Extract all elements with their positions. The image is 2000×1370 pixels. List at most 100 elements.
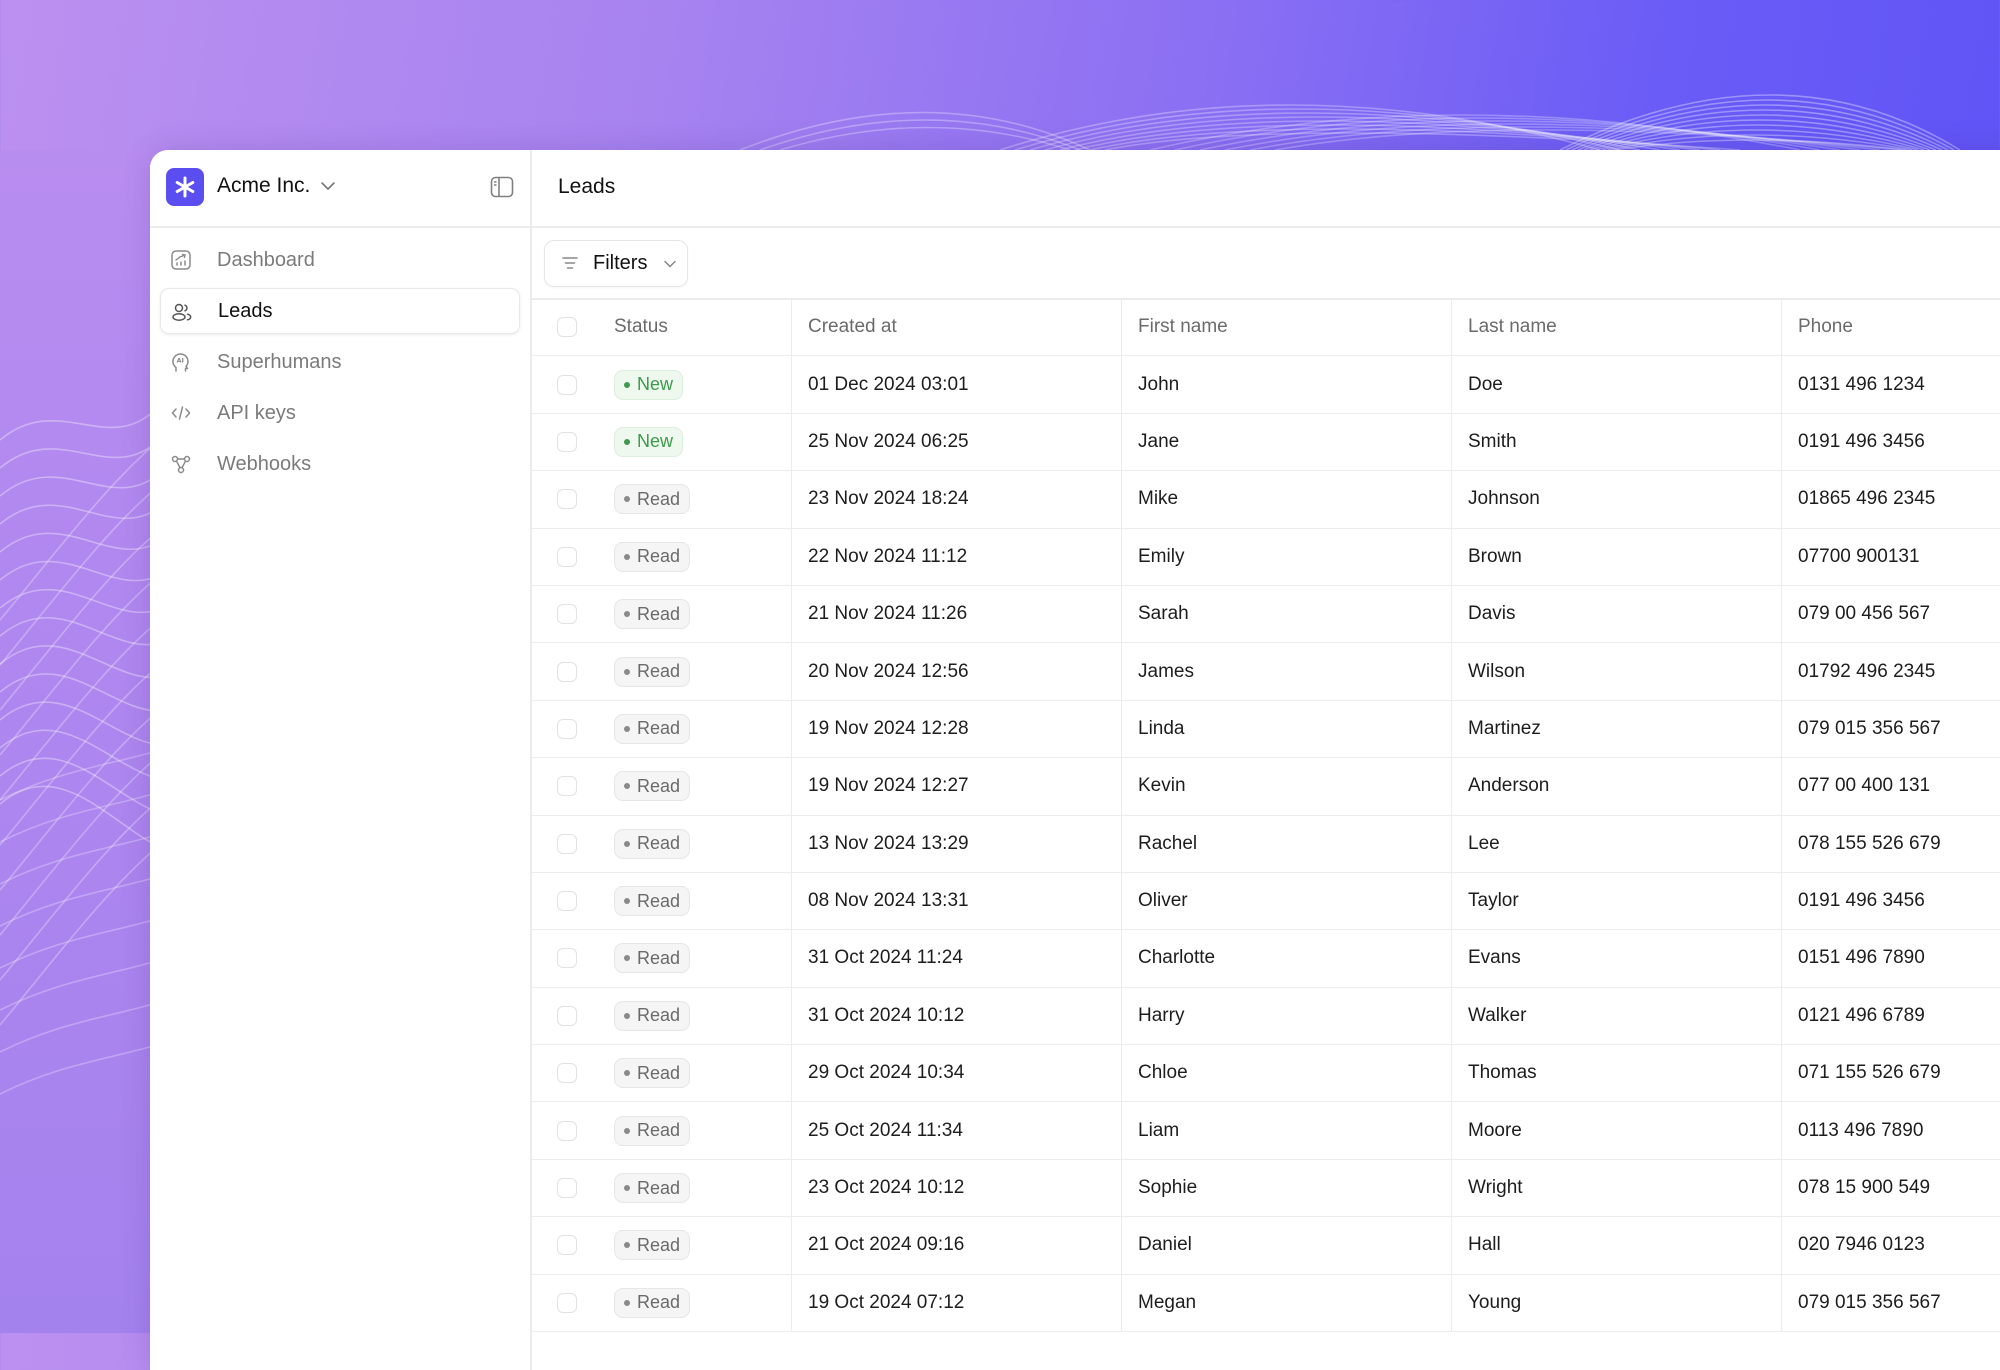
row-select-cell xyxy=(532,758,602,814)
org-logo xyxy=(166,168,204,206)
table-row[interactable]: New 01 Dec 2024 03:01 John Doe 0131 496 1234 xyxy=(532,356,2000,414)
wave-line xyxy=(1149,114,1801,151)
table-row[interactable]: Read 19 Nov 2024 12:27 Kevin Anderson 077 00… xyxy=(532,758,2000,816)
table-row[interactable]: Read 08 Nov 2024 13:31 Oliver Taylor 0191 49… xyxy=(532,872,2000,931)
status-badge: Read xyxy=(614,713,691,744)
status-label: Read xyxy=(637,1005,681,1026)
status-badge: Read xyxy=(614,828,691,859)
sidebar-item-webhooks[interactable]: Webhooks xyxy=(160,441,520,487)
wave-line xyxy=(1601,129,1919,151)
sidebar-item-label: Leads xyxy=(218,299,273,322)
asterisk-logo-icon xyxy=(175,176,195,198)
last-name-cell: Johnson xyxy=(1451,471,1781,528)
first-name-cell: Jane xyxy=(1121,413,1451,471)
column-header-first-name[interactable]: First name xyxy=(1121,299,1451,356)
row-select-cell xyxy=(532,471,602,527)
row-checkbox[interactable] xyxy=(557,776,577,797)
table-row[interactable]: Read 23 Oct 2024 10:12 Sophie Wright 078 15 … xyxy=(532,1159,2000,1218)
table-row[interactable]: Read 20 Nov 2024 12:56 James Wilson 01792 49… xyxy=(532,643,2000,701)
row-checkbox[interactable] xyxy=(557,431,577,452)
row-checkbox[interactable] xyxy=(557,1005,577,1026)
wave-line xyxy=(1607,134,1913,151)
row-checkbox[interactable] xyxy=(557,604,577,625)
phone-cell: 07700 900131 xyxy=(1781,528,2000,585)
org-switcher[interactable]: Acme Inc. xyxy=(150,150,530,228)
row-checkbox[interactable] xyxy=(557,1178,577,1199)
row-checkbox[interactable] xyxy=(557,1235,577,1256)
sidebar-item-label: Dashboard xyxy=(217,248,315,271)
row-checkbox[interactable] xyxy=(557,489,577,510)
org-name: Acme Inc. xyxy=(217,174,311,197)
row-checkbox[interactable] xyxy=(557,661,577,682)
row-checkbox[interactable] xyxy=(557,718,577,739)
status-label: Read xyxy=(637,890,681,911)
wave-line xyxy=(1249,126,1881,151)
status-cell: Read xyxy=(602,1102,792,1158)
status-cell: Read xyxy=(602,758,792,814)
phone-cell: 071 155 526 679 xyxy=(1781,1045,2000,1102)
table-row[interactable]: Read 23 Nov 2024 18:24 Mike Johnson 01865 49… xyxy=(532,471,2000,529)
first-name-cell: Daniel xyxy=(1121,1217,1451,1274)
table-row[interactable]: Read 31 Oct 2024 11:24 Charlotte Evans 0151 … xyxy=(532,930,2000,988)
status-label: Read xyxy=(637,661,681,682)
table-row[interactable]: Read 13 Nov 2024 13:29 Rachel Lee 078 155 52… xyxy=(532,815,2000,873)
table-row[interactable]: Read 29 Oct 2024 10:34 Chloe Thomas 071 155 … xyxy=(532,1045,2000,1103)
row-select-cell xyxy=(532,1045,602,1101)
row-checkbox[interactable] xyxy=(557,1292,577,1313)
table-row[interactable]: Read 19 Nov 2024 12:28 Linda Martinez 079 01… xyxy=(532,700,2000,759)
table-row[interactable]: Read 19 Oct 2024 07:12 Megan Young 079 015 3… xyxy=(532,1274,2000,1333)
row-checkbox[interactable] xyxy=(557,1063,577,1084)
phone-cell: 079 00 456 567 xyxy=(1781,585,2000,643)
row-checkbox[interactable] xyxy=(557,833,577,854)
column-header-last-name[interactable]: Last name xyxy=(1451,299,1781,356)
status-cell: New xyxy=(602,414,792,470)
row-select-cell xyxy=(532,816,602,872)
filters-button[interactable]: Filters xyxy=(544,240,688,287)
sidebar-item-leads[interactable]: Leads xyxy=(160,288,520,334)
wave-line xyxy=(1199,120,1841,151)
row-checkbox[interactable] xyxy=(557,948,577,969)
row-checkbox[interactable] xyxy=(557,891,577,912)
table-row[interactable]: New 25 Nov 2024 06:25 Jane Smith 0191 496 34… xyxy=(532,413,2000,472)
column-header-created-at[interactable]: Created at xyxy=(791,299,1121,356)
status-badge: Read xyxy=(614,1173,691,1204)
status-dot-icon xyxy=(624,668,630,675)
row-checkbox[interactable] xyxy=(557,374,577,395)
created-at-cell: 25 Oct 2024 11:34 xyxy=(791,1102,1121,1159)
status-cell: Read xyxy=(602,529,792,585)
status-label: Read xyxy=(637,546,681,567)
wave-line xyxy=(1089,128,1721,151)
table-row[interactable]: Read 21 Oct 2024 09:16 Daniel Hall 020 7946 … xyxy=(532,1217,2000,1275)
table-row[interactable]: Read 22 Nov 2024 11:12 Emily Brown 07700 900… xyxy=(532,528,2000,586)
select-all-checkbox[interactable] xyxy=(557,317,577,338)
wave-line xyxy=(999,104,1601,151)
sidebar-item-superhumans[interactable]: AI Superhumans xyxy=(160,339,520,385)
sidebar-item-dashboard[interactable]: Dashboard xyxy=(160,237,520,283)
column-header-phone[interactable]: Phone xyxy=(1781,299,2000,356)
status-badge: New xyxy=(614,369,684,400)
wave-line xyxy=(1274,129,1901,151)
wave-line xyxy=(779,126,1071,151)
sidebar-toggle-icon[interactable] xyxy=(490,176,514,198)
row-checkbox[interactable] xyxy=(557,1120,577,1141)
status-dot-icon xyxy=(624,725,630,732)
code-icon xyxy=(171,406,191,420)
page-title: Leads xyxy=(558,175,616,198)
table-row[interactable]: Read 21 Nov 2024 11:26 Sarah Davis 079 00 45… xyxy=(532,585,2000,644)
wave-line xyxy=(1059,120,1681,151)
column-header-status[interactable]: Status xyxy=(602,299,792,355)
wave-line xyxy=(1595,124,1925,151)
phone-cell: 0191 496 3456 xyxy=(1781,413,2000,471)
background-gradient xyxy=(0,150,160,1333)
first-name-cell: Oliver xyxy=(1121,872,1451,930)
last-name-cell: Taylor xyxy=(1451,872,1781,930)
status-label: Read xyxy=(637,1234,681,1255)
status-cell: New xyxy=(602,356,792,412)
last-name-cell: Doe xyxy=(1451,356,1781,413)
table-row[interactable]: Read 31 Oct 2024 10:12 Harry Walker 0121 496… xyxy=(532,987,2000,1046)
created-at-cell: 23 Nov 2024 18:24 xyxy=(791,471,1121,528)
sidebar-item-api-keys[interactable]: API keys xyxy=(160,390,520,436)
row-checkbox[interactable] xyxy=(557,546,577,567)
table-header-row: Status Created at First name Last name P… xyxy=(532,299,2000,357)
table-row[interactable]: Read 25 Oct 2024 11:34 Liam Moore 0113 496 7… xyxy=(532,1102,2000,1160)
